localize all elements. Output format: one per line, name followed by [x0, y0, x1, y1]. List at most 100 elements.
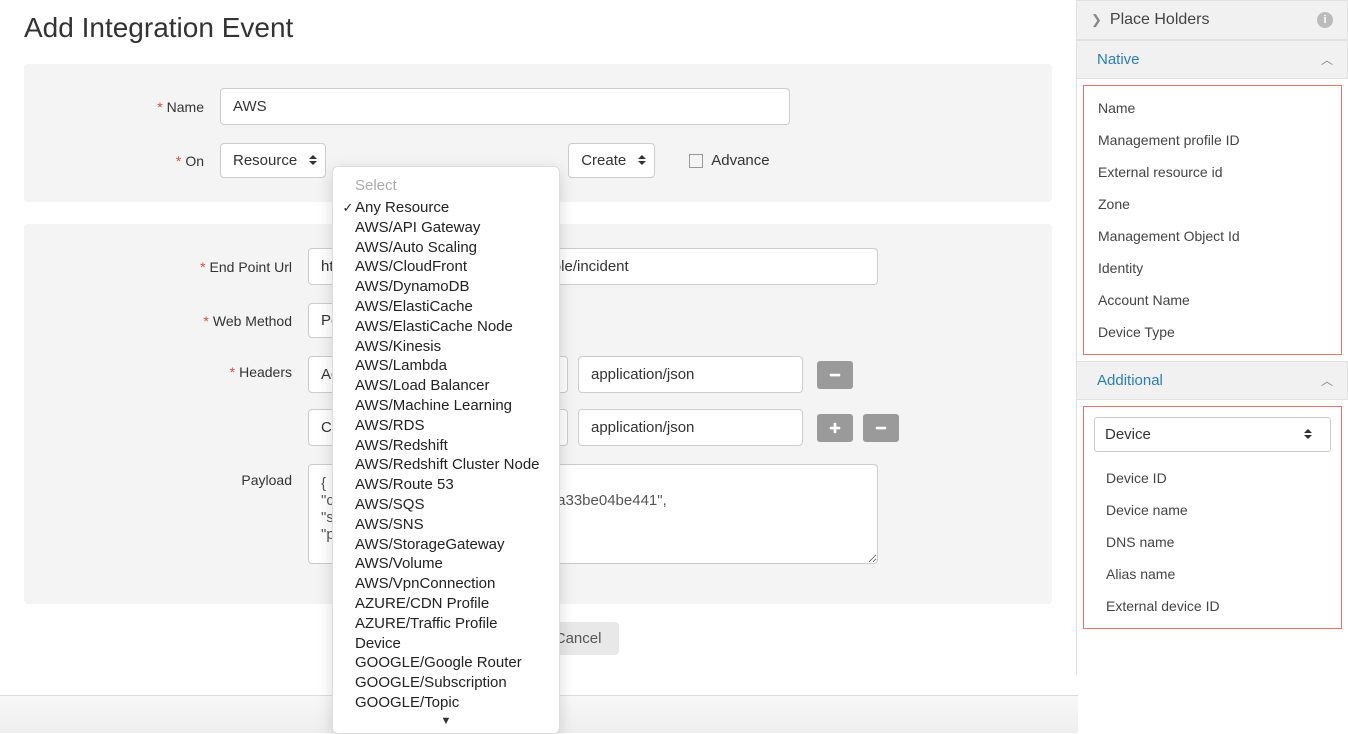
dropdown-option[interactable]: AWS/Volume: [333, 554, 559, 574]
chevron-up-icon: ︿: [1321, 372, 1333, 389]
dropdown-option[interactable]: AWS/Auto Scaling: [333, 238, 559, 258]
dropdown-option[interactable]: Device: [333, 634, 559, 654]
headers-label: *Headers: [40, 356, 308, 380]
dropdown-option[interactable]: ✓Any Resource: [333, 198, 559, 218]
placeholder-item[interactable]: Management Object Id: [1084, 220, 1341, 252]
on-label: *On: [40, 153, 220, 169]
remove-header-button[interactable]: [817, 361, 853, 389]
dropdown-option[interactable]: AWS/Redshift Cluster Node: [333, 455, 559, 475]
dropdown-heading: Select: [333, 175, 559, 198]
placeholder-item[interactable]: Alias name: [1092, 558, 1333, 590]
dropdown-option[interactable]: AWS/RDS: [333, 416, 559, 436]
placeholder-item[interactable]: Device Type: [1084, 316, 1341, 348]
resource-type-dropdown[interactable]: Select ✓Any ResourceAWS/API GatewayAWS/A…: [332, 166, 560, 734]
endpoint-label: *End Point Url: [40, 259, 308, 275]
payload-label: Payload: [40, 464, 308, 488]
dropdown-option[interactable]: AWS/ElastiCache: [333, 297, 559, 317]
advance-checkbox[interactable]: [689, 154, 703, 168]
plus-icon: [828, 421, 842, 435]
option-text: AWS/SQS: [355, 495, 424, 515]
additional-accordion[interactable]: Additional ︿: [1077, 361, 1348, 400]
option-text: AZURE/Traffic Profile: [355, 614, 498, 634]
dropdown-option[interactable]: AZURE/CDN Profile: [333, 594, 559, 614]
dropdown-option[interactable]: AWS/SNS: [333, 515, 559, 535]
option-text: AWS/Volume: [355, 554, 443, 574]
dropdown-option[interactable]: GOOGLE/Topic: [333, 693, 559, 713]
option-text: AWS/API Gateway: [355, 218, 480, 238]
placeholder-item[interactable]: Account Name: [1084, 284, 1341, 316]
option-text: GOOGLE/Topic: [355, 693, 459, 713]
check-icon: ✓: [341, 199, 355, 216]
option-text: AWS/ElastiCache: [355, 297, 473, 317]
dropdown-option[interactable]: GOOGLE/Google Router: [333, 653, 559, 673]
dropdown-option[interactable]: AZURE/Traffic Profile: [333, 614, 559, 634]
dropdown-option[interactable]: AWS/SQS: [333, 495, 559, 515]
dropdown-option[interactable]: AWS/Kinesis: [333, 337, 559, 357]
option-text: AWS/RDS: [355, 416, 424, 436]
option-text: AWS/Redshift Cluster Node: [355, 455, 540, 475]
placeholder-item[interactable]: Name: [1084, 92, 1341, 124]
placeholder-item[interactable]: Device ID: [1092, 462, 1333, 494]
placeholder-item[interactable]: DNS name: [1092, 526, 1333, 558]
chevron-down-icon[interactable]: ▼: [333, 713, 559, 729]
add-header-button[interactable]: [817, 414, 853, 442]
chevron-right-icon: ❯: [1091, 12, 1102, 28]
chevron-up-icon: ︿: [1321, 51, 1333, 68]
option-text: Any Resource: [355, 198, 449, 218]
option-text: AWS/ElastiCache Node: [355, 317, 513, 337]
dropdown-option[interactable]: AWS/Route 53: [333, 475, 559, 495]
dropdown-option[interactable]: AWS/API Gateway: [333, 218, 559, 238]
option-text: AWS/Route 53: [355, 475, 454, 495]
action-select[interactable]: Create: [568, 143, 655, 178]
placeholders-header[interactable]: ❯ Place Holders i: [1077, 0, 1348, 40]
dropdown-option[interactable]: GOOGLE/Subscription: [333, 673, 559, 693]
name-input[interactable]: [220, 88, 790, 125]
native-list: NameManagement profile IDExternal resour…: [1083, 85, 1342, 355]
option-text: AWS/Kinesis: [355, 337, 441, 357]
additional-list: Device Device IDDevice nameDNS nameAlias…: [1083, 406, 1342, 629]
native-accordion[interactable]: Native ︿: [1077, 40, 1348, 79]
dropdown-option[interactable]: AWS/Machine Learning: [333, 396, 559, 416]
placeholder-item[interactable]: External resource id: [1084, 156, 1341, 188]
option-text: AZURE/CDN Profile: [355, 594, 489, 614]
dropdown-option[interactable]: AWS/StorageGateway: [333, 535, 559, 555]
resource-select[interactable]: Resource: [220, 143, 326, 178]
option-text: GOOGLE/Google Router: [355, 653, 522, 673]
header2-value-input[interactable]: [578, 409, 803, 446]
option-text: AWS/Machine Learning: [355, 396, 512, 416]
dropdown-option[interactable]: AWS/DynamoDB: [333, 277, 559, 297]
webmethod-label: *Web Method: [40, 313, 308, 329]
option-text: AWS/Redshift: [355, 436, 448, 456]
option-text: AWS/Lambda: [355, 356, 447, 376]
option-text: AWS/SNS: [355, 515, 424, 535]
dropdown-option[interactable]: AWS/Lambda: [333, 356, 559, 376]
advance-label: Advance: [711, 152, 769, 169]
info-icon[interactable]: i: [1317, 12, 1333, 28]
page-title: Add Integration Event: [24, 12, 1052, 44]
option-text: AWS/DynamoDB: [355, 277, 469, 297]
option-text: AWS/StorageGateway: [355, 535, 505, 555]
placeholder-item[interactable]: External device ID: [1092, 590, 1333, 622]
dropdown-option[interactable]: AWS/CloudFront: [333, 257, 559, 277]
device-select[interactable]: Device: [1094, 417, 1331, 452]
option-text: GOOGLE/Subscription: [355, 673, 507, 693]
dropdown-option[interactable]: AWS/VpnConnection: [333, 574, 559, 594]
placeholder-item[interactable]: Identity: [1084, 252, 1341, 284]
minus-icon: [828, 368, 842, 382]
option-text: AWS/Auto Scaling: [355, 238, 477, 258]
placeholder-item[interactable]: Device name: [1092, 494, 1333, 526]
option-text: Device: [355, 634, 401, 654]
name-label: *Name: [40, 99, 220, 115]
remove-header-button[interactable]: [863, 414, 899, 442]
option-text: AWS/CloudFront: [355, 257, 467, 277]
minus-icon: [874, 421, 888, 435]
option-text: AWS/Load Balancer: [355, 376, 490, 396]
placeholders-panel: ❯ Place Holders i Native ︿ NameManagemen…: [1076, 0, 1348, 675]
option-text: AWS/VpnConnection: [355, 574, 495, 594]
dropdown-option[interactable]: AWS/ElastiCache Node: [333, 317, 559, 337]
dropdown-option[interactable]: AWS/Redshift: [333, 436, 559, 456]
dropdown-option[interactable]: AWS/Load Balancer: [333, 376, 559, 396]
placeholder-item[interactable]: Zone: [1084, 188, 1341, 220]
placeholder-item[interactable]: Management profile ID: [1084, 124, 1341, 156]
header1-value-input[interactable]: [578, 356, 803, 393]
